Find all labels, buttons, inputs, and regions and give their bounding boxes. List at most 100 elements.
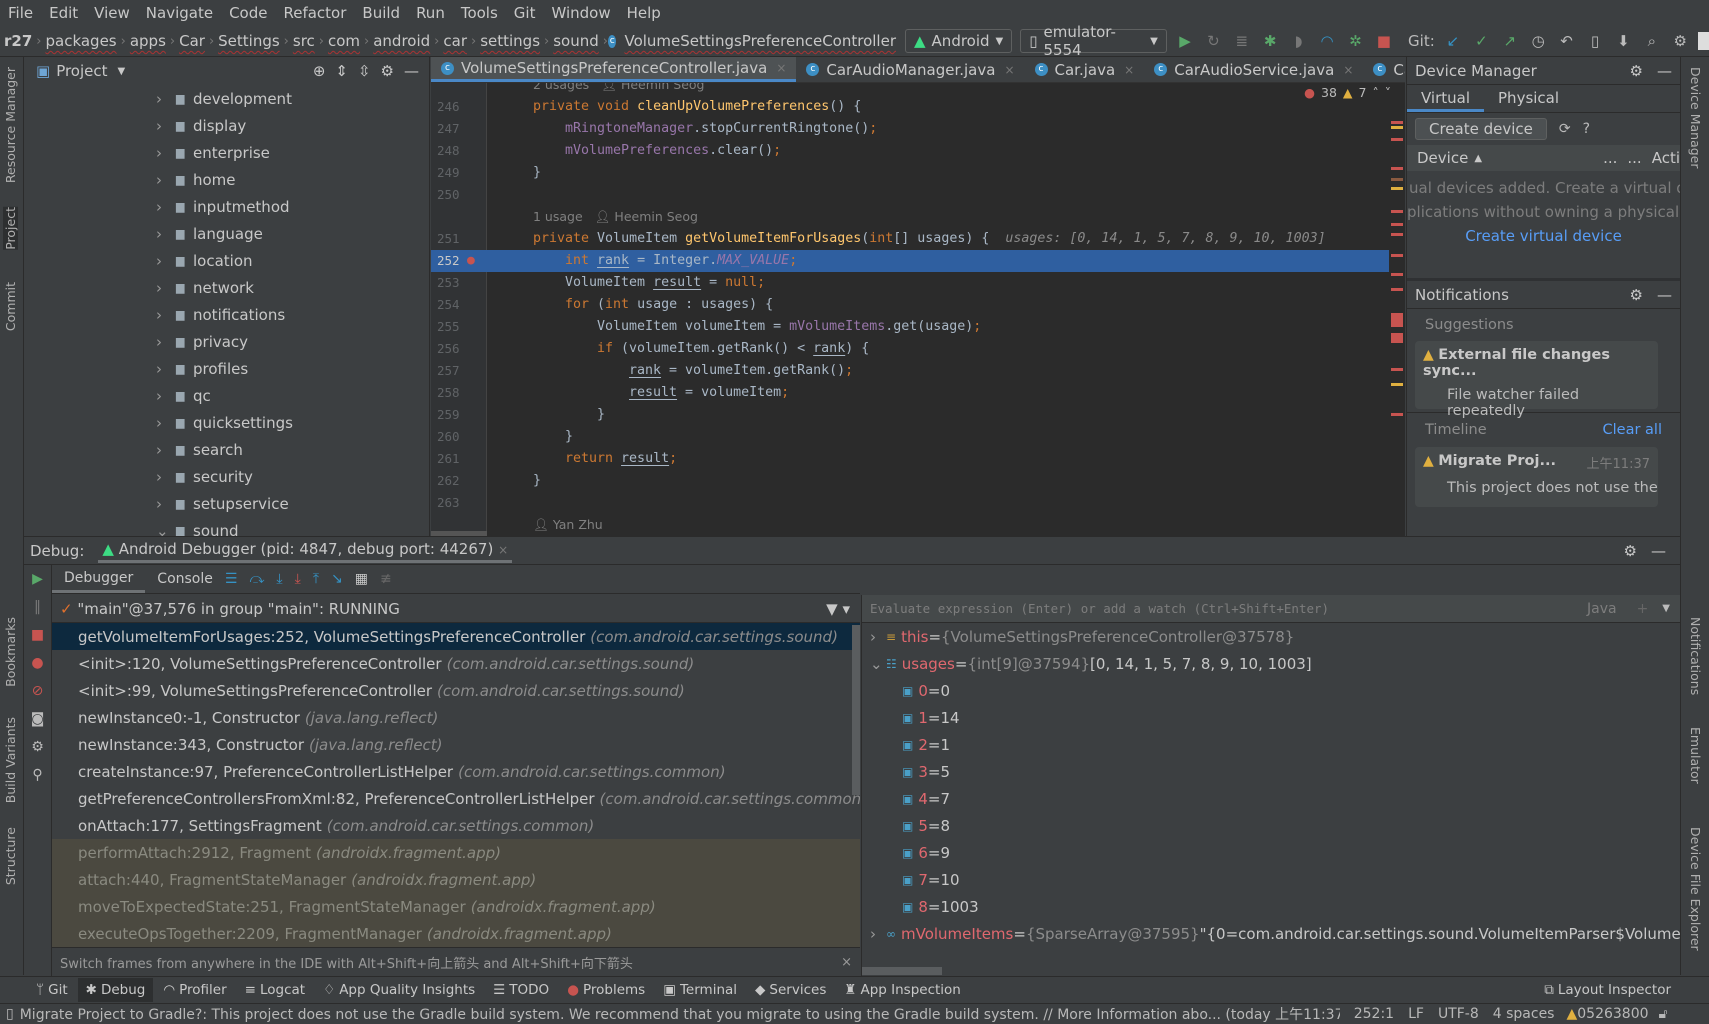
gear-icon[interactable]: ⚙ bbox=[1624, 542, 1637, 560]
stack-frame[interactable]: getVolumeItemForUsages:252, VolumeSettin… bbox=[52, 623, 860, 650]
tab-volumesettingspreferencecontroller-java[interactable]: c VolumeSettingsPreferenceController.java… bbox=[431, 57, 797, 82]
code-line[interactable]: 255 VolumeItem volumeItem = mVolumeItems.… bbox=[431, 316, 1389, 338]
close-icon[interactable]: × bbox=[1124, 63, 1134, 77]
stack-frame[interactable]: <init>:99, VolumeSettingsPreferenceContr… bbox=[52, 677, 860, 704]
breadcrumb-item[interactable]: com bbox=[324, 32, 364, 50]
error-stripe-mark[interactable] bbox=[1391, 187, 1403, 190]
layout-inspector-tab[interactable]: ⧉ Layout Inspector bbox=[1536, 978, 1679, 1002]
code-line[interactable]: 259} bbox=[431, 404, 1389, 426]
line-number[interactable]: 251 bbox=[437, 228, 477, 250]
minimize-icon[interactable]: — bbox=[1657, 286, 1672, 304]
error-stripe-mark[interactable] bbox=[1391, 333, 1403, 343]
tool-tab-terminal[interactable]: ▣ Terminal bbox=[655, 978, 745, 1002]
left-tool-project[interactable]: Project bbox=[3, 207, 18, 250]
code-line[interactable]: 250 bbox=[431, 184, 1389, 206]
camera-icon[interactable]: ◙ bbox=[31, 711, 45, 727]
menu-view[interactable]: View bbox=[86, 4, 138, 22]
variable-row[interactable]: ▣ 4 = 7 bbox=[902, 785, 950, 812]
variable-row[interactable]: ▣ 6 = 9 bbox=[902, 839, 950, 866]
indent-setting[interactable]: 4 spaces bbox=[1493, 1006, 1555, 1022]
code-line[interactable]: 258 result = volumeItem; bbox=[431, 382, 1389, 404]
breadcrumb-item[interactable]: car bbox=[439, 32, 471, 50]
settings-icon[interactable]: ⚙ bbox=[31, 739, 44, 755]
gear-icon[interactable]: ⚙ bbox=[1630, 62, 1643, 80]
menu-window[interactable]: Window bbox=[543, 4, 618, 22]
breadcrumb-item[interactable]: android bbox=[369, 32, 434, 50]
minimize-icon[interactable]: — bbox=[1651, 542, 1666, 560]
line-number[interactable]: 247 bbox=[437, 118, 477, 140]
error-stripe-mark[interactable] bbox=[1391, 210, 1403, 213]
chevron-right-icon[interactable]: › bbox=[156, 387, 162, 405]
tool-tab-services[interactable]: ◆ Services bbox=[747, 978, 834, 1002]
tab-console[interactable]: Console bbox=[157, 571, 213, 587]
breadcrumb-item[interactable]: packages bbox=[41, 32, 120, 50]
code-line[interactable]: 251 private VolumeItem getVolumeItemForUs… bbox=[431, 228, 1389, 250]
menu-git[interactable]: Git bbox=[506, 4, 544, 22]
git-commit-icon[interactable]: ✓ bbox=[1471, 32, 1491, 50]
code-line[interactable]: 249} bbox=[431, 162, 1389, 184]
help-icon[interactable]: ? bbox=[1583, 121, 1590, 137]
force-step-into-icon[interactable]: ⤓ bbox=[295, 571, 301, 587]
chevron-right-icon[interactable]: › bbox=[156, 279, 162, 297]
show-execution-point-icon[interactable]: ☰ bbox=[225, 571, 238, 587]
expand-icon[interactable]: ⌄ bbox=[870, 655, 886, 673]
tool-tab-app-inspection[interactable]: ♜ App Inspection bbox=[836, 978, 969, 1002]
chevron-right-icon[interactable]: › bbox=[156, 360, 162, 378]
left-tool-structure[interactable]: Structure bbox=[3, 827, 18, 885]
minimize-icon[interactable]: — bbox=[404, 62, 419, 80]
history-icon[interactable]: ◷ bbox=[1528, 32, 1548, 50]
prev-highlight-icon[interactable]: ˄ bbox=[1373, 85, 1379, 100]
line-number[interactable]: 255 bbox=[437, 316, 477, 338]
error-stripe[interactable] bbox=[1391, 83, 1403, 536]
sdk-manager-icon[interactable]: ⬇ bbox=[1613, 32, 1633, 50]
error-stripe-mark[interactable] bbox=[1391, 413, 1403, 416]
profile-icon[interactable]: ◠ bbox=[1317, 32, 1337, 50]
memory-indicator[interactable]: 05263800 bbox=[1577, 1006, 1648, 1022]
notification-card[interactable]: ▲ External file changes sync... File wat… bbox=[1415, 341, 1658, 419]
chevron-right-icon[interactable]: › bbox=[156, 198, 162, 216]
inspection-widget[interactable]: ● 38 ▲ 7 ˄ ˅ bbox=[1304, 85, 1391, 100]
minimize-icon[interactable]: — bbox=[1657, 62, 1672, 80]
frames-scrollbar[interactable] bbox=[852, 625, 860, 795]
right-tool-notifications[interactable]: Notifications bbox=[1688, 617, 1703, 695]
search-icon[interactable]: ⌕ bbox=[1642, 32, 1662, 50]
add-watch-icon[interactable]: + bbox=[1637, 601, 1649, 617]
menu-refactor[interactable]: Refactor bbox=[275, 4, 354, 22]
expand-icon[interactable]: › bbox=[870, 628, 886, 646]
code-line[interactable]: 257 rank = volumeItem.getRank(); bbox=[431, 360, 1389, 382]
project-title[interactable]: Project bbox=[56, 62, 107, 80]
code-author-hint[interactable]: 👤︎ Yan Zhu bbox=[533, 514, 603, 536]
git-push-icon[interactable]: ↗ bbox=[1500, 32, 1520, 50]
line-number[interactable]: 259 bbox=[437, 404, 477, 426]
line-number[interactable]: 254 bbox=[437, 294, 477, 316]
line-number[interactable]: 257 bbox=[437, 360, 477, 382]
chevron-right-icon[interactable]: › bbox=[156, 495, 162, 513]
thread-selector[interactable]: "main"@37,576 in group "main": RUNNING bbox=[77, 600, 400, 618]
close-icon[interactable]: × bbox=[1004, 63, 1014, 77]
usages-hint[interactable]: 1 usage bbox=[533, 209, 583, 224]
tab-carse[interactable]: c CarSe bbox=[1363, 57, 1405, 82]
stack-frame[interactable]: moveToExpectedState:251, FragmentStateMa… bbox=[52, 893, 860, 920]
variable-row[interactable]: ▣ 1 = 14 bbox=[902, 704, 960, 731]
step-into-icon[interactable]: ⤓ bbox=[276, 571, 282, 587]
resume-icon[interactable]: ▶ bbox=[32, 571, 43, 587]
rollback-icon[interactable]: ↶ bbox=[1556, 32, 1576, 50]
menu-file[interactable]: File bbox=[0, 4, 41, 22]
tab-debugger[interactable]: Debugger bbox=[52, 566, 146, 593]
error-stripe-mark[interactable] bbox=[1391, 167, 1403, 170]
error-stripe-mark[interactable] bbox=[1391, 121, 1403, 124]
left-tool-bookmarks[interactable]: Bookmarks bbox=[3, 617, 18, 687]
view-breakpoints-icon[interactable]: ● bbox=[31, 655, 43, 671]
tool-tab-todo[interactable]: ☰ TODO bbox=[485, 978, 557, 1002]
line-number[interactable]: 261 bbox=[437, 448, 477, 470]
git-update-icon[interactable]: ↙ bbox=[1443, 32, 1463, 50]
column-actions[interactable]: Acti bbox=[1652, 149, 1680, 167]
device-manager-icon[interactable]: ▯ bbox=[1585, 32, 1605, 50]
avatar[interactable] bbox=[1698, 32, 1709, 50]
left-tool-build-variants[interactable]: Build Variants bbox=[3, 717, 18, 803]
variable-row[interactable]: ▣ 8 = 1003 bbox=[902, 893, 979, 920]
mute-breakpoints-icon[interactable]: ⊘ bbox=[32, 683, 44, 699]
evaluate-expression-input[interactable]: Evaluate expression (Enter) or add a wat… bbox=[870, 601, 1329, 616]
line-number[interactable]: 250 bbox=[437, 184, 477, 206]
column-header[interactable]: ... bbox=[1627, 149, 1641, 167]
